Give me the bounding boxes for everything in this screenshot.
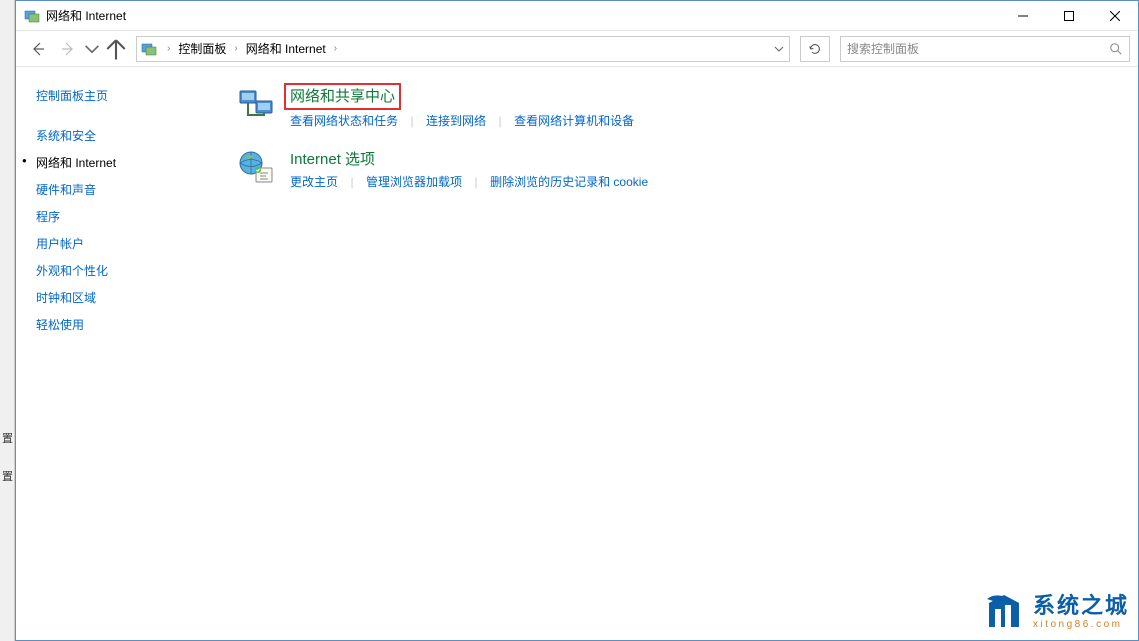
- refresh-button[interactable]: [800, 36, 830, 62]
- recent-dropdown[interactable]: [84, 35, 100, 63]
- search-icon[interactable]: [1109, 42, 1123, 56]
- main-panel: 网络和共享中心 查看网络状态和任务 | 连接到网络 | 查看网络计算机和设备: [216, 67, 1138, 640]
- link-connect-network[interactable]: 连接到网络: [426, 114, 486, 128]
- chevron-right-icon[interactable]: ›: [328, 43, 343, 54]
- link-view-network-status[interactable]: 查看网络状态和任务: [290, 114, 398, 128]
- search-input[interactable]: [847, 42, 1109, 56]
- network-sharing-icon: [236, 85, 276, 125]
- category-internet-options: Internet 选项 更改主页 | 管理浏览器加载项 | 删除浏览的历史记录和…: [236, 148, 1118, 191]
- highlight-box: 网络和共享中心: [284, 83, 401, 110]
- link-manage-addons[interactable]: 管理浏览器加载项: [366, 175, 462, 189]
- search-box[interactable]: [840, 36, 1130, 62]
- sidebar-item-network-internet[interactable]: 网络和 Internet: [36, 149, 206, 176]
- breadcrumb-item-control-panel[interactable]: 控制面板: [176, 38, 228, 59]
- link-view-computers-devices[interactable]: 查看网络计算机和设备: [514, 114, 634, 128]
- network-icon: [24, 8, 40, 24]
- sidebar-item-clock-region[interactable]: 时钟和区域: [36, 284, 206, 311]
- breadcrumb-item-network[interactable]: 网络和 Internet: [244, 38, 328, 59]
- minimize-button[interactable]: [1000, 1, 1046, 30]
- sidebar-item-user-accounts[interactable]: 用户帐户: [36, 230, 206, 257]
- internet-options-icon: [236, 148, 276, 188]
- window-title: 网络和 Internet: [46, 7, 1000, 24]
- chevron-right-icon[interactable]: ›: [228, 43, 243, 54]
- category-network-sharing: 网络和共享中心 查看网络状态和任务 | 连接到网络 | 查看网络计算机和设备: [236, 85, 1118, 130]
- window-controls: [1000, 1, 1138, 30]
- sidebar: 控制面板主页 系统和安全 网络和 Internet 硬件和声音 程序 用户帐户 …: [16, 67, 216, 640]
- forward-button[interactable]: [54, 35, 82, 63]
- link-change-homepage[interactable]: 更改主页: [290, 175, 338, 189]
- content-area: 控制面板主页 系统和安全 网络和 Internet 硬件和声音 程序 用户帐户 …: [16, 67, 1138, 640]
- up-button[interactable]: [102, 35, 130, 63]
- panel-icon: [141, 41, 157, 57]
- navbar: › 控制面板 › 网络和 Internet ›: [16, 31, 1138, 67]
- sidebar-item-appearance[interactable]: 外观和个性化: [36, 257, 206, 284]
- breadcrumb[interactable]: › 控制面板 › 网络和 Internet ›: [136, 36, 790, 62]
- category-title-internet-options[interactable]: Internet 选项: [290, 148, 375, 169]
- titlebar: 网络和 Internet: [16, 1, 1138, 31]
- maximize-button[interactable]: [1046, 1, 1092, 30]
- breadcrumb-dropdown[interactable]: [769, 37, 789, 61]
- sidebar-item-system-security[interactable]: 系统和安全: [36, 122, 206, 149]
- left-edge-artifact: 置 置: [0, 0, 15, 641]
- window: 网络和 Internet: [15, 0, 1139, 641]
- sidebar-item-ease-of-access[interactable]: 轻松使用: [36, 311, 206, 338]
- sidebar-home-link[interactable]: 控制面板主页: [36, 87, 206, 104]
- sidebar-item-hardware-sound[interactable]: 硬件和声音: [36, 176, 206, 203]
- back-button[interactable]: [24, 35, 52, 63]
- category-title-network-sharing[interactable]: 网络和共享中心: [290, 85, 395, 106]
- chevron-right-icon[interactable]: ›: [161, 43, 176, 54]
- link-delete-history[interactable]: 删除浏览的历史记录和 cookie: [490, 175, 648, 189]
- close-button[interactable]: [1092, 1, 1138, 30]
- sidebar-item-programs[interactable]: 程序: [36, 203, 206, 230]
